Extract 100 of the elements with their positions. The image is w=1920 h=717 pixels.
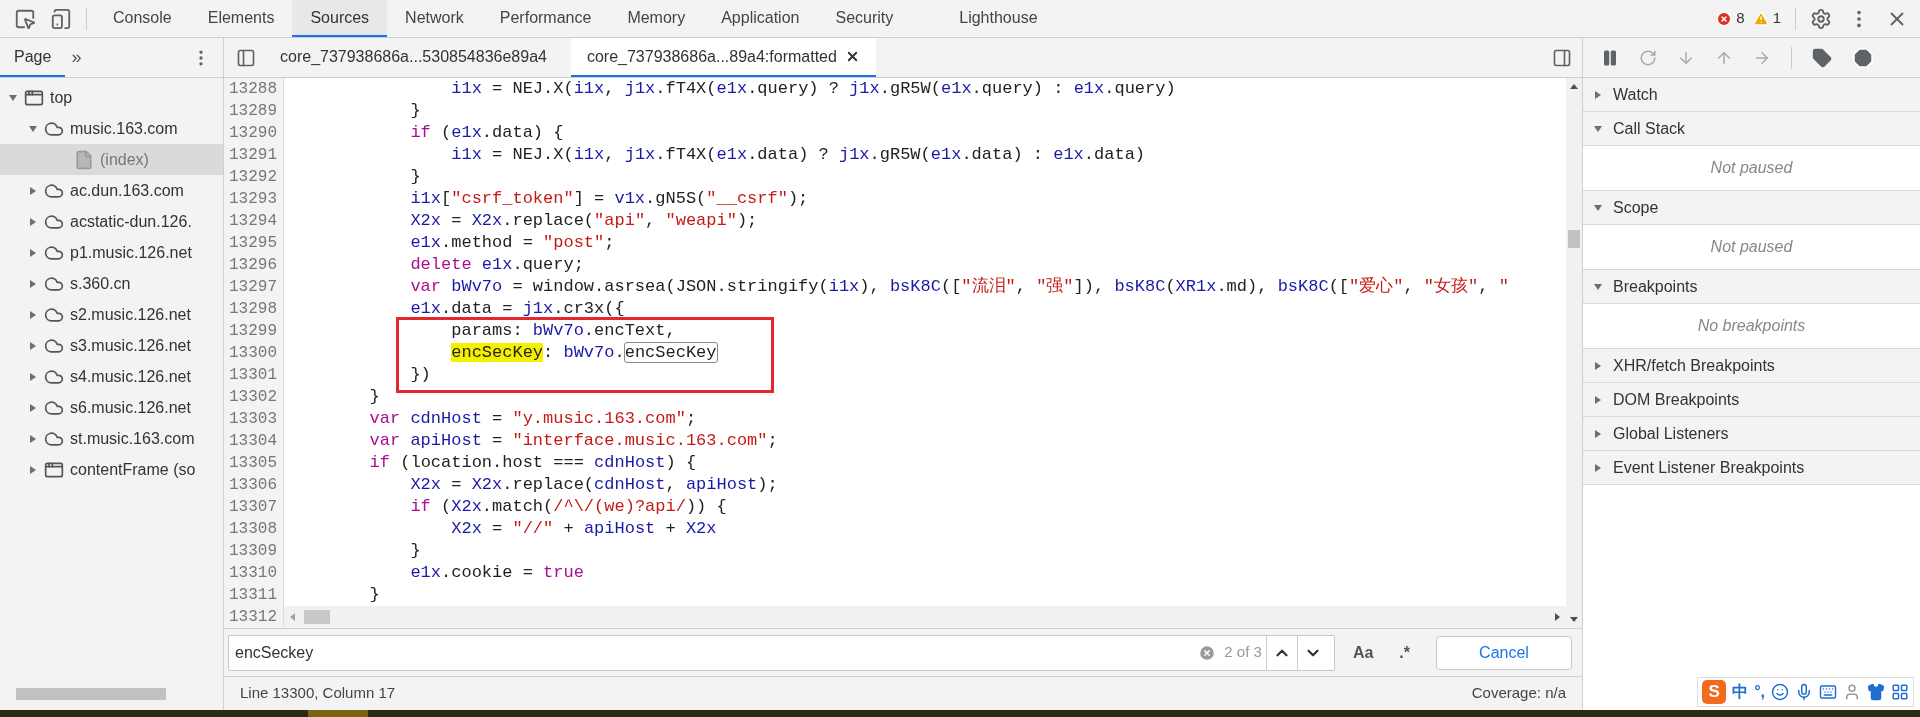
cancel-button[interactable]: Cancel xyxy=(1436,635,1572,670)
tree-item[interactable]: p1.music.126.net xyxy=(0,237,223,268)
panel-tab[interactable]: Network xyxy=(387,0,482,37)
expanded-arrow-icon[interactable] xyxy=(28,123,38,134)
person-icon[interactable] xyxy=(1843,683,1861,701)
tree-item[interactable]: ac.dun.163.com xyxy=(0,175,223,206)
panel-tab[interactable]: Lighthouse xyxy=(941,0,1056,37)
panel-toggle-icon[interactable] xyxy=(1552,47,1572,68)
collapsed-arrow-icon[interactable] xyxy=(28,464,38,475)
line-number: 13312 xyxy=(224,606,284,628)
navigator-tab[interactable]: Page xyxy=(0,38,66,77)
regex-button[interactable]: .* xyxy=(1391,640,1418,665)
scroll-right-icon[interactable] xyxy=(1552,612,1562,622)
scroll-up-icon[interactable] xyxy=(1569,82,1579,90)
search-input[interactable]: encSeckey xyxy=(235,640,1199,665)
code-line: X2x = X2x.replace("api", "weapi"); xyxy=(409,210,758,232)
tree-item[interactable]: s4.music.126.net xyxy=(0,361,223,392)
vertical-scrollbar[interactable] xyxy=(1566,78,1582,628)
tree-item[interactable]: acstatic-dun.126. xyxy=(0,206,223,237)
line-number: 13309 xyxy=(224,540,284,562)
line-number: 13300 xyxy=(224,342,284,364)
panel-toggle-icon[interactable] xyxy=(236,47,256,68)
scrollbar-thumb[interactable] xyxy=(16,688,166,700)
scroll-down-icon[interactable] xyxy=(1569,616,1579,624)
expanded-arrow-icon[interactable] xyxy=(1593,202,1603,213)
panel-tab[interactable]: Performance xyxy=(481,0,610,37)
clear-icon[interactable] xyxy=(1198,643,1217,662)
collapsed-arrow-icon[interactable] xyxy=(1593,428,1603,439)
empty-message: No breakpoints xyxy=(1697,316,1806,336)
section-title: Call Stack xyxy=(1613,118,1686,139)
panel-tab[interactable]: Security xyxy=(817,0,912,37)
tree-item[interactable]: top xyxy=(0,82,223,113)
collapsed-arrow-icon[interactable] xyxy=(28,278,38,289)
collapsed-arrow-icon[interactable] xyxy=(28,433,38,444)
grid-icon[interactable] xyxy=(1891,683,1909,701)
panel-tab[interactable]: Console xyxy=(95,0,190,37)
empty-message: Not paused xyxy=(1710,158,1793,178)
code-line: e1x.method = "post"; xyxy=(409,232,615,254)
collapsed-arrow-icon[interactable] xyxy=(1593,89,1603,100)
panel-tab[interactable]: Sources xyxy=(292,0,388,37)
tree-item[interactable]: s3.music.126.net xyxy=(0,330,223,361)
collapsed-arrow-icon[interactable] xyxy=(1593,394,1603,405)
smiley-icon[interactable] xyxy=(1771,683,1789,701)
keyboard-icon[interactable] xyxy=(1819,683,1837,701)
section-title: XHR/fetch Breakpoints xyxy=(1613,355,1775,376)
collapsed-arrow-icon[interactable] xyxy=(28,309,38,320)
line-number: 13289 xyxy=(224,100,284,122)
section-title: Event Listener Breakpoints xyxy=(1613,457,1805,478)
line-number: 13307 xyxy=(224,496,284,518)
inspect-icon[interactable] xyxy=(14,7,36,30)
line-number: 13297 xyxy=(224,276,284,298)
collapsed-arrow-icon[interactable] xyxy=(28,402,38,413)
device-icon[interactable] xyxy=(50,7,72,30)
collapsed-arrow-icon[interactable] xyxy=(28,340,38,351)
line-number: 13308 xyxy=(224,518,284,540)
panel-tab[interactable]: Elements xyxy=(189,0,293,37)
expanded-arrow-icon[interactable] xyxy=(8,92,18,103)
collapsed-arrow-icon[interactable] xyxy=(28,185,38,196)
file-icon xyxy=(74,149,94,170)
expanded-arrow-icon[interactable] xyxy=(1593,281,1603,292)
collapsed-arrow-icon[interactable] xyxy=(1593,462,1603,473)
shirt-icon[interactable] xyxy=(1867,683,1885,701)
editor-tab[interactable]: core_737938686a...89a4:formatted xyxy=(570,38,876,77)
punctuation-toggle[interactable]: °, xyxy=(1754,680,1765,704)
tree-item[interactable]: s.360.cn xyxy=(0,268,223,299)
collapsed-arrow-icon[interactable] xyxy=(28,247,38,258)
section-title: Scope xyxy=(1613,197,1659,218)
pause-icon[interactable] xyxy=(1601,48,1619,67)
microphone-icon[interactable] xyxy=(1795,683,1813,701)
line-number: 13295 xyxy=(224,232,284,254)
collapsed-arrow-icon[interactable] xyxy=(28,216,38,227)
section-title: Breakpoints xyxy=(1613,276,1698,297)
line-number: 13311 xyxy=(224,584,284,606)
search-field[interactable]: encSeckey 2 of 3 xyxy=(228,634,1335,671)
match-case-button[interactable]: Aa xyxy=(1342,640,1384,665)
tree-item[interactable]: contentFrame (so xyxy=(0,454,223,485)
panel-tab[interactable]: Application xyxy=(703,0,818,37)
horizontal-scrollbar[interactable] xyxy=(284,606,1566,628)
tree-item[interactable]: st.music.163.com xyxy=(0,423,223,454)
line-number: 13306 xyxy=(224,474,284,496)
code-line: encSecKey: bWv7o.encSecKey xyxy=(450,342,717,364)
panel-tab[interactable]: Memory xyxy=(609,0,704,37)
code-line: i1x = NEJ.X(i1x, j1x.fT4X(e1x.query) ? j1x.gR5W(e1x.query) : e1x.query) xyxy=(450,78,1176,100)
scrollbar-thumb[interactable] xyxy=(304,610,330,624)
expanded-arrow-icon[interactable] xyxy=(1593,123,1603,134)
code-line: i1x = NEJ.X(i1x, j1x.fT4X(e1x.data) ? j1x.gR5W(e1x.data) : e1x.data) xyxy=(450,144,1146,166)
collapsed-arrow-icon[interactable] xyxy=(28,371,38,382)
input-mode-toggle[interactable]: 中 xyxy=(1732,680,1749,704)
more-tabs-button[interactable]: » xyxy=(71,44,82,71)
tree-item[interactable]: s6.music.126.net xyxy=(0,392,223,423)
scrollbar-thumb[interactable] xyxy=(1568,230,1580,248)
collapsed-arrow-icon[interactable] xyxy=(1593,360,1603,371)
empty-message: Not paused xyxy=(1710,237,1793,257)
tree-item[interactable]: music.163.com xyxy=(0,113,223,144)
line-number: 13299 xyxy=(224,320,284,342)
error-count: 8 xyxy=(1736,8,1745,29)
editor-tab[interactable]: core_737938686a...530854836e89a4 xyxy=(264,38,563,77)
code-line: if (location.host === cdnHost) { xyxy=(368,452,697,474)
tree-item[interactable]: s2.music.126.net xyxy=(0,299,223,330)
settings-icon[interactable] xyxy=(1810,7,1832,30)
